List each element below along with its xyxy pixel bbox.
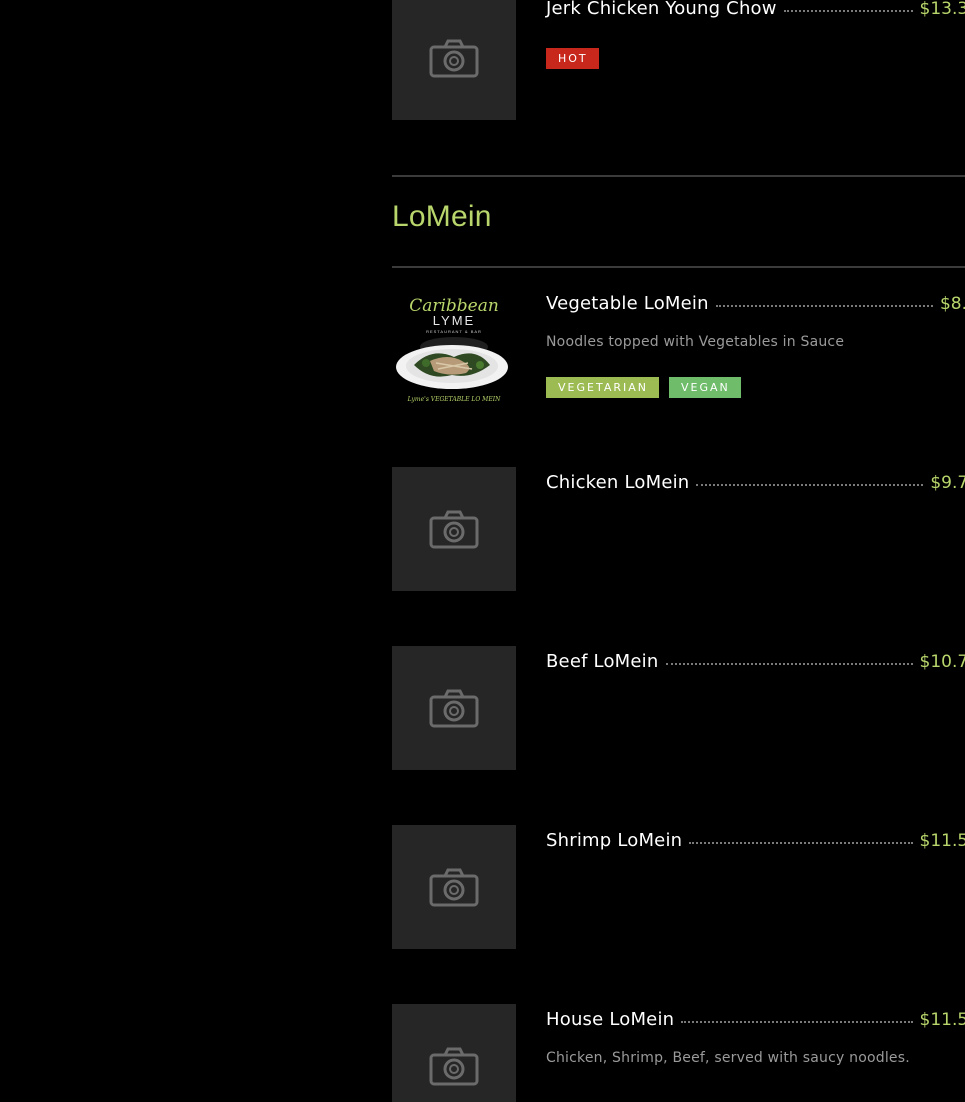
image-placeholder (392, 646, 516, 770)
photo-caption: Lyme's VEGETABLE LO MEIN (407, 396, 501, 403)
vegetarian-badge: VEGETARIAN (546, 377, 659, 398)
menu-page: Jerk Chicken Young Chow $13.30 HOT LoMei… (0, 0, 965, 1102)
item-description: Chicken, Shrimp, Beef, served with saucy… (546, 1050, 910, 1066)
vegetable-lomein-photo: Caribbean LYME RESTAURANT & BAR Lyme's V… (392, 287, 516, 411)
menu-item-vegetable-lomein[interactable]: Caribbean LYME RESTAURANT & BAR Lyme's V… (392, 287, 965, 411)
item-name: Vegetable LoMein (546, 293, 709, 314)
item-name: Beef LoMein (546, 651, 659, 672)
menu-item-chicken-lomein[interactable]: Chicken LoMein $9.75 (392, 467, 965, 591)
section-divider (392, 266, 965, 268)
item-name: Jerk Chicken Young Chow (546, 0, 777, 19)
menu-item-jerk-chicken-young-chow[interactable]: Jerk Chicken Young Chow $13.30 HOT (392, 0, 965, 120)
item-price: $11.50 (919, 1010, 965, 1030)
item-price: $10.75 (919, 652, 965, 672)
leader-dots (689, 841, 913, 844)
camera-icon (429, 868, 479, 907)
vegan-badge: VEGAN (668, 377, 741, 398)
leader-dots (715, 304, 933, 307)
item-price: $11.50 (919, 831, 965, 851)
camera-icon (429, 689, 479, 728)
section-divider (392, 175, 965, 177)
leader-dots (783, 9, 913, 12)
menu-item-house-lomein[interactable]: House LoMein $11.50 Chicken, Shrimp, Bee… (392, 1004, 965, 1102)
menu-item-shrimp-lomein[interactable]: Shrimp LoMein $11.50 (392, 825, 965, 949)
image-placeholder (392, 1004, 516, 1102)
image-placeholder (392, 825, 516, 949)
badge-list: HOT (546, 48, 599, 69)
leader-dots (665, 662, 913, 665)
camera-icon (429, 1047, 479, 1086)
leader-dots (681, 1020, 913, 1023)
item-price: $8. (939, 294, 965, 314)
camera-icon (429, 510, 479, 549)
badge-list: VEGETARIAN VEGAN (546, 377, 741, 398)
camera-icon (429, 39, 479, 78)
item-name: Chicken LoMein (546, 472, 690, 493)
item-description: Noodles topped with Vegetables in Sauce (546, 334, 845, 350)
item-name: Shrimp LoMein (546, 830, 683, 851)
section-title: LoMein (392, 200, 492, 233)
menu-item-beef-lomein[interactable]: Beef LoMein $10.75 (392, 646, 965, 770)
leader-dots (696, 483, 924, 486)
image-placeholder (392, 0, 516, 120)
hot-badge: HOT (546, 48, 599, 69)
image-placeholder (392, 467, 516, 591)
item-price: $13.30 (919, 0, 965, 19)
brand-name-text: LYME (433, 313, 475, 328)
brand-sub-text: RESTAURANT & BAR (426, 329, 482, 334)
item-price: $9.75 (930, 473, 965, 493)
item-name: House LoMein (546, 1009, 675, 1030)
dish-photo: Caribbean LYME RESTAURANT & BAR Lyme's V… (392, 287, 516, 411)
